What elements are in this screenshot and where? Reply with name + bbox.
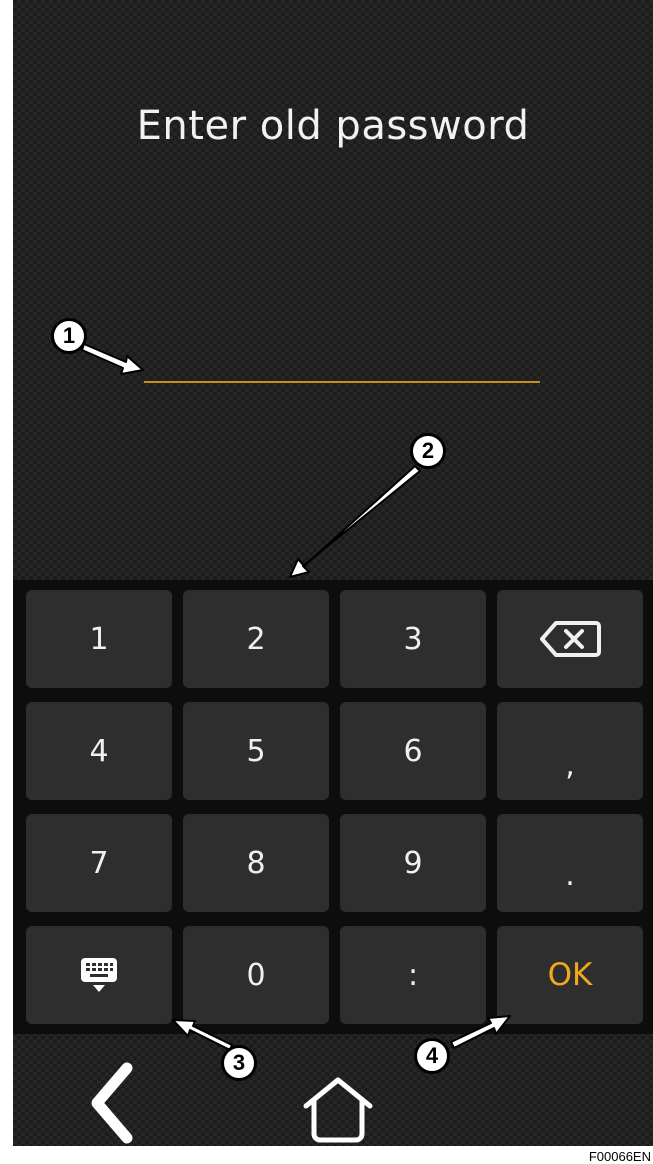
callout-4: 4 [414,1038,450,1074]
keyboard-toggle-icon [81,958,117,992]
password-input[interactable] [144,381,540,383]
key-colon[interactable]: : [340,926,486,1024]
back-icon[interactable] [83,1058,143,1148]
page-title: Enter old password [136,103,530,149]
key-1[interactable]: 1 [26,590,172,688]
key-6[interactable]: 6 [340,702,486,800]
backspace-key[interactable] [497,590,643,688]
key-7[interactable]: 7 [26,814,172,912]
device-screen: Enter old password 1 2 3 4 5 6 , 7 8 9 . [13,0,653,1146]
ok-button[interactable]: OK [497,926,643,1024]
key-2[interactable]: 2 [183,590,329,688]
key-period[interactable]: . [497,814,643,912]
home-icon[interactable] [298,1074,378,1146]
numeric-keypad: 1 2 3 4 5 6 , 7 8 9 . 0: OK [13,580,653,1034]
callout-1: 1 [51,318,87,354]
key-0[interactable]: 0 [183,926,329,1024]
key-comma[interactable]: , [497,702,643,800]
backspace-icon [540,621,601,657]
key-3[interactable]: 3 [340,590,486,688]
key-5[interactable]: 5 [183,702,329,800]
callout-2: 2 [410,433,446,469]
callout-3: 3 [221,1045,257,1081]
key-8[interactable]: 8 [183,814,329,912]
key-9[interactable]: 9 [340,814,486,912]
key-4[interactable]: 4 [26,702,172,800]
keyboard-toggle-key[interactable] [26,926,172,1024]
